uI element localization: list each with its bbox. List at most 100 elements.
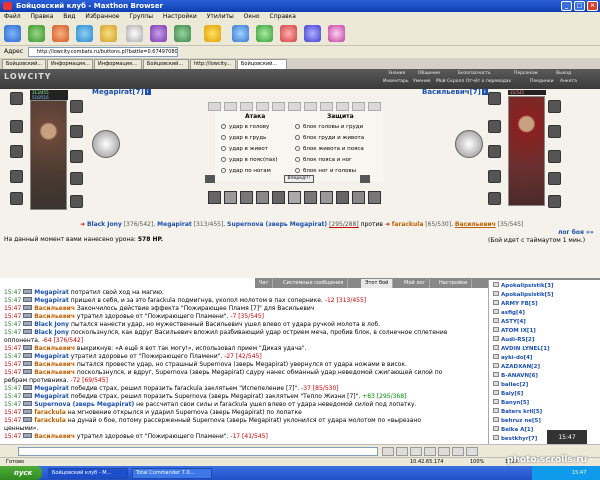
back-icon[interactable]	[4, 25, 21, 42]
belt-slot[interactable]	[70, 125, 83, 138]
online-user[interactable]: AVDIN LYNEL[1]	[493, 345, 550, 352]
menu-groups[interactable]: Группы	[129, 13, 153, 20]
enemy-leggings-slot[interactable]	[548, 172, 561, 185]
filter-icon[interactable]	[438, 447, 450, 456]
browser-tab[interactable]: Информация...	[47, 59, 93, 69]
nav-knowledge[interactable]: Знания	[388, 71, 405, 76]
music-icon[interactable]	[328, 25, 345, 42]
nav-battles[interactable]: Поединки	[530, 79, 554, 84]
nav-character[interactable]: Персонаж	[514, 71, 538, 76]
player-name[interactable]: Megapirat[7] i	[92, 88, 151, 96]
note-icon[interactable]	[304, 25, 321, 42]
close-button[interactable]: ×	[587, 1, 598, 11]
spell-slot[interactable]	[208, 102, 221, 111]
browser-tab[interactable]: Бойцовский...	[143, 59, 189, 69]
groups-icon[interactable]	[150, 25, 167, 42]
search-icon[interactable]	[126, 25, 143, 42]
send-icon[interactable]	[382, 447, 394, 456]
block-belly-waist-option[interactable]: блок живота и пояса	[295, 146, 364, 152]
online-user[interactable]: Banyn[5]	[493, 399, 529, 406]
spell-slot[interactable]	[272, 102, 285, 111]
menu-file[interactable]: Файл	[4, 13, 21, 20]
smiley-icon[interactable]	[396, 447, 408, 456]
nav-communication[interactable]: Общение	[418, 71, 440, 76]
menu-edit[interactable]: Правка	[31, 13, 54, 20]
enemy-belt-slot[interactable]	[548, 125, 561, 138]
enemy-shield-slot[interactable]	[488, 192, 501, 205]
info-icon[interactable]: i	[481, 89, 488, 95]
tab-my-log[interactable]: Мой лог	[400, 279, 431, 288]
screen-icon[interactable]	[232, 25, 249, 42]
enemy-name[interactable]: Васильевич[7] i	[422, 88, 488, 96]
refresh-icon[interactable]	[76, 25, 93, 42]
enemy-ring-slot[interactable]	[488, 120, 501, 133]
online-user[interactable]: AZADXAN[2]	[493, 363, 540, 370]
block-head-chest-option[interactable]: блок головы и груди	[295, 124, 363, 130]
spell-slot[interactable]	[320, 102, 333, 111]
attack-groin-option[interactable]: удар в пояс(пах)	[221, 157, 277, 163]
spell-slot[interactable]	[240, 102, 253, 111]
tactic-icon[interactable]	[256, 191, 269, 204]
block-icon[interactable]	[280, 25, 297, 42]
online-user[interactable]: Apokalipsistik[5]	[493, 291, 554, 298]
online-user[interactable]: bestkhyr[7]	[493, 435, 537, 442]
menu-help[interactable]: Справка	[270, 13, 296, 20]
fighter-link[interactable]: Megapirat	[157, 221, 192, 228]
boots-slot[interactable]	[70, 150, 83, 163]
menu-view[interactable]: Вид	[63, 13, 75, 20]
stop-icon[interactable]	[52, 25, 69, 42]
home-icon[interactable]	[100, 25, 117, 42]
spell-slot[interactable]	[224, 102, 237, 111]
online-user[interactable]: Apokalipsistik[3]	[493, 282, 554, 289]
nav-transfers[interactable]: Отчёт о переводах	[466, 79, 511, 84]
browser-tab[interactable]: http://lowcity...	[190, 59, 236, 69]
tactic-icon[interactable]	[272, 191, 285, 204]
fighter-link[interactable]: Black Jony	[87, 221, 122, 228]
online-user[interactable]: ballac[2]	[493, 381, 528, 388]
tab-this-battle[interactable]: Этот бой	[361, 279, 394, 288]
nav-exit[interactable]: Выход	[556, 71, 571, 76]
menu-window[interactable]: Окно	[244, 13, 260, 20]
gloves-slot[interactable]	[10, 145, 23, 158]
maximize-button[interactable]: □	[574, 1, 585, 11]
tactic-icon[interactable]	[368, 191, 381, 204]
helmet-slot[interactable]	[10, 92, 23, 105]
address-input[interactable]: http://lowcity.combats.ru/buttons.pl?bat…	[28, 47, 178, 57]
nav-skills[interactable]: Умения	[413, 79, 430, 84]
shield-slot[interactable]	[10, 192, 23, 205]
attack-chest-option[interactable]: удар в грудь	[221, 135, 266, 141]
tactic-icon[interactable]	[240, 191, 253, 204]
weapon-slot[interactable]	[70, 100, 83, 113]
online-user[interactable]: ASTY[4]	[493, 318, 526, 325]
tactic-icon[interactable]	[320, 191, 333, 204]
fighter-link[interactable]: Васильевич	[455, 221, 496, 228]
tactic-icon[interactable]	[336, 191, 349, 204]
browser-tab[interactable]: Информация...	[94, 59, 142, 69]
enemy-boots-slot[interactable]	[548, 150, 561, 163]
attack-legs-option[interactable]: удар по ногам	[221, 168, 271, 174]
fighter-link[interactable]: farackula	[392, 221, 424, 228]
forward-icon[interactable]	[28, 25, 45, 42]
tactic-icon[interactable]	[304, 191, 317, 204]
nav-profile[interactable]: Анкета	[560, 79, 577, 84]
block-chest-belly-option[interactable]: блок груди и живота	[295, 135, 364, 141]
favorites-star-icon[interactable]	[204, 25, 221, 42]
spell-slot[interactable]	[336, 102, 349, 111]
online-user[interactable]: Baly[6]	[493, 390, 523, 397]
online-user[interactable]: B-ANAVN[6]	[493, 372, 538, 379]
spell-slot[interactable]	[288, 102, 301, 111]
enemy-armor-slot[interactable]	[488, 170, 501, 183]
tab-system-messages[interactable]: Системные сообщения	[279, 279, 349, 288]
go-button[interactable]: Вперед!!!	[284, 175, 314, 183]
tab-chat[interactable]: Чат	[255, 279, 274, 288]
history-chat-icon[interactable]	[466, 447, 478, 456]
block-waist-legs-option[interactable]: блок пояса и ног	[295, 157, 352, 163]
block-legs-head-option[interactable]: блок ног и головы	[295, 168, 356, 174]
clear-icon[interactable]	[410, 447, 422, 456]
start-button[interactable]: пуск	[0, 466, 42, 480]
nav-security[interactable]: Безопасность	[458, 71, 491, 76]
online-user[interactable]: behruz ne[5]	[493, 417, 541, 424]
ring-slot[interactable]	[10, 120, 23, 133]
tactic-icon[interactable]	[208, 191, 221, 204]
menu-settings[interactable]: Настройки	[163, 13, 197, 20]
